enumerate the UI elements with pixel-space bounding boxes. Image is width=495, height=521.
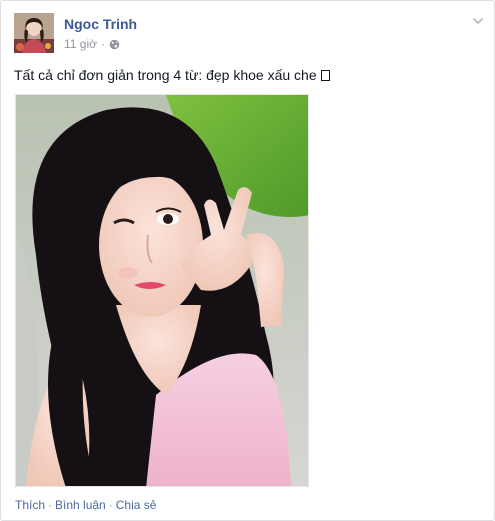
post-meta: 11 giờ · <box>64 37 120 51</box>
post-text-content: Tất cả chỉ đơn giản trong 4 từ: đẹp khoe… <box>14 67 317 83</box>
meta-separator: · <box>101 37 105 51</box>
avatar[interactable] <box>14 13 54 53</box>
unsupported-emoji-glyph <box>320 70 330 81</box>
globe-icon[interactable] <box>109 39 120 50</box>
actions-separator: · <box>108 498 113 512</box>
post-card: Ngoc Trinh 11 giờ · Tất cả chỉ đơn giản … <box>0 0 495 521</box>
post-actions: Thích · Bình luận · Chia sẻ <box>15 498 156 512</box>
post-photo[interactable] <box>15 94 309 487</box>
comment-link[interactable]: Bình luận <box>55 498 106 512</box>
post-timestamp[interactable]: 11 giờ <box>64 37 97 51</box>
chevron-down-icon[interactable] <box>472 16 484 26</box>
share-link[interactable]: Chia sẻ <box>116 498 157 512</box>
actions-separator: · <box>48 498 53 512</box>
selfie-photo <box>16 95 308 486</box>
like-link[interactable]: Thích <box>15 498 45 512</box>
avatar-image <box>14 13 54 53</box>
post-text: Tất cả chỉ đơn giản trong 4 từ: đẹp khoe… <box>14 67 330 83</box>
author-name[interactable]: Ngoc Trinh <box>64 16 137 32</box>
